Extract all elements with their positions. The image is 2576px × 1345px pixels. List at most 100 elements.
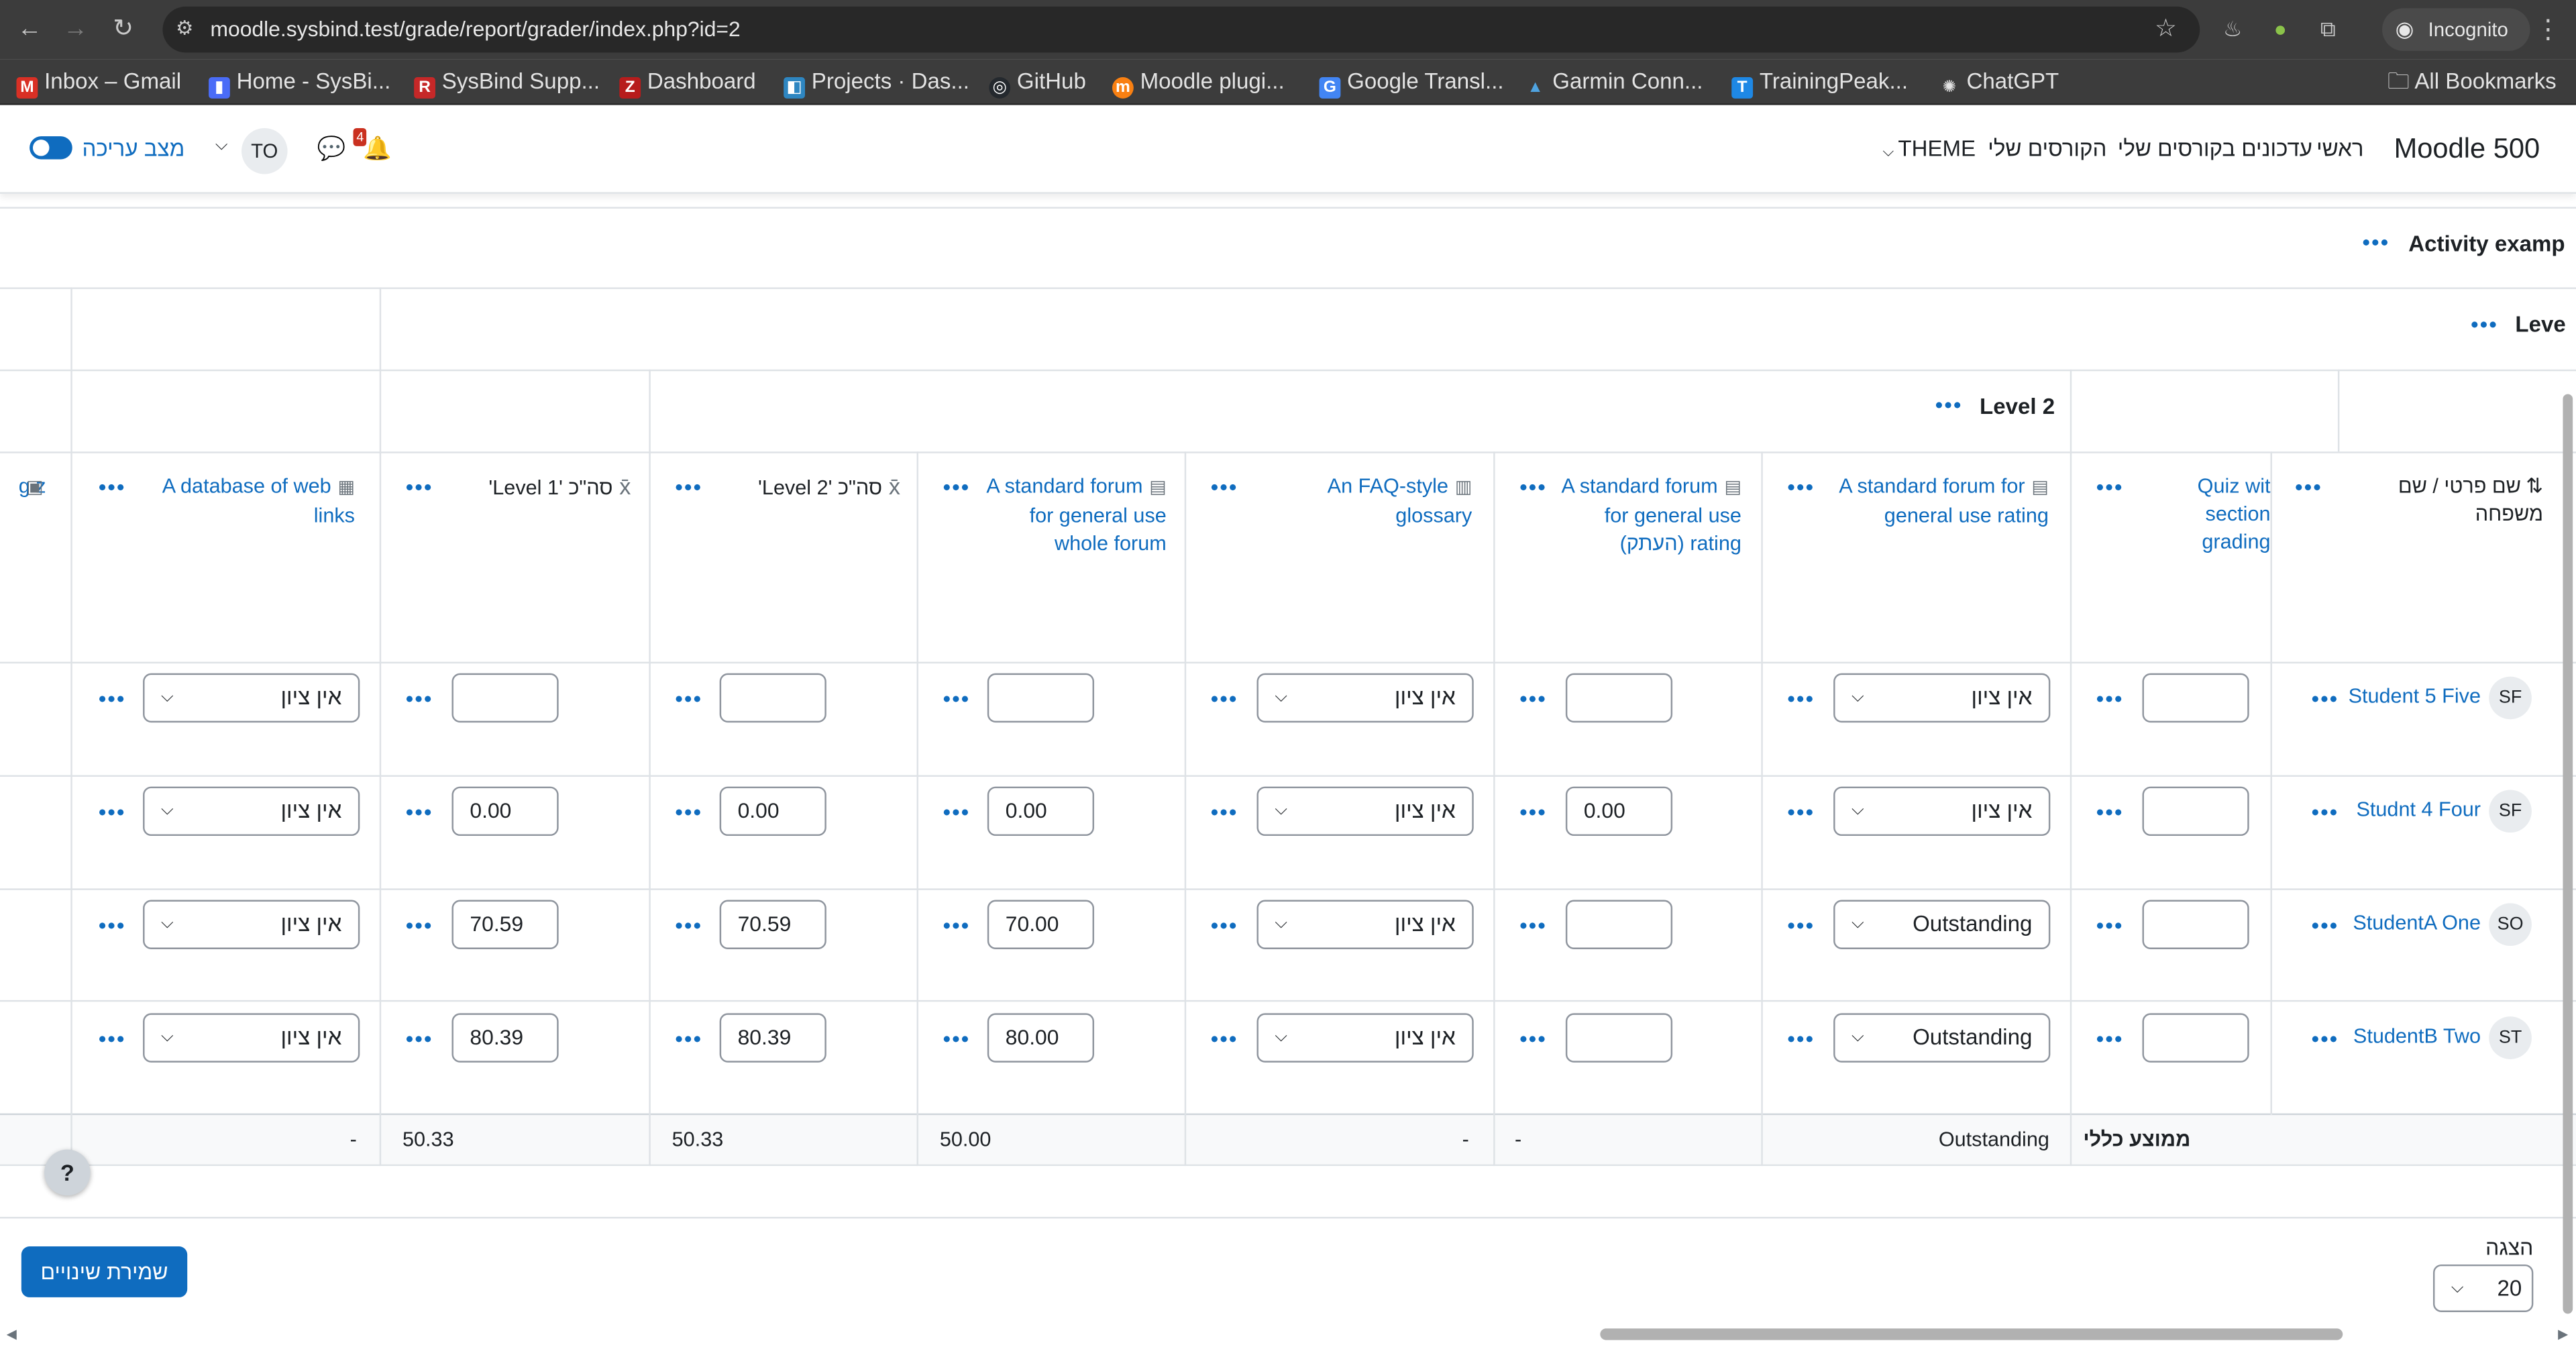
cell-menu-icon[interactable]: ••• <box>2096 688 2124 710</box>
forum-rating-select[interactable]: ⌵ Outstanding <box>1833 1013 2051 1063</box>
cell-menu-icon[interactable]: ••• <box>1519 915 1547 936</box>
database-menu-icon[interactable]: ••• <box>99 476 126 498</box>
cell-menu-icon[interactable]: ••• <box>676 915 703 936</box>
extension-green-icon[interactable]: ● <box>2265 15 2295 44</box>
column-header-total-level2[interactable]: x̄סה"כ 'Level 2' <box>723 473 900 502</box>
total-level1-menu-icon[interactable]: ••• <box>406 476 433 498</box>
cell-menu-icon[interactable]: ••• <box>943 915 971 936</box>
category-level1-menu-icon[interactable]: ••• <box>2471 314 2498 335</box>
column-header-forum-rating[interactable]: ▤A standard forum for general use rating <box>1823 473 2049 531</box>
database-select[interactable]: ⌵ אין ציון <box>143 900 360 949</box>
cell-menu-icon[interactable]: ••• <box>99 915 126 936</box>
cell-menu-icon[interactable]: ••• <box>676 688 703 710</box>
student-name-link[interactable]: Studnt 4 Four <box>2356 798 2481 821</box>
glossary-select[interactable]: ⌵ אין ציון <box>1256 900 1474 949</box>
save-changes-button[interactable]: שמירת שינויים <box>21 1246 188 1297</box>
extension-flame-icon[interactable]: ♨ <box>2218 15 2247 44</box>
total-level1-input[interactable]: 80.39 <box>451 1013 559 1063</box>
bookmark-star-icon[interactable]: ☆ <box>2155 13 2177 43</box>
vertical-scroll-thumb[interactable] <box>2563 394 2573 1314</box>
forum-rating-menu-icon[interactable]: ••• <box>1788 476 1815 498</box>
address-bar[interactable]: ⚙ moodle.sysbind.test/grade/report/grade… <box>162 6 2200 53</box>
cell-menu-icon[interactable]: ••• <box>1211 802 1238 823</box>
student-avatar[interactable]: SO <box>2489 903 2532 947</box>
column-header-forum-rating-copy[interactable]: ▤A standard forum for general use rating… <box>1561 473 1741 558</box>
glossary-select[interactable]: ⌵ אין ציון <box>1256 1013 1474 1063</box>
forum-whole-menu-icon[interactable]: ••• <box>943 476 971 498</box>
scroll-left-arrow-icon[interactable]: ◀ <box>7 1327 17 1342</box>
database-select[interactable]: ⌵ אין ציון <box>143 1013 360 1063</box>
student-avatar[interactable]: SF <box>2489 676 2532 720</box>
nav-home[interactable]: ראשי <box>2316 136 2363 161</box>
nav-my-courses[interactable]: הקורסים שלי <box>1988 136 2106 161</box>
student-name-link[interactable]: Student 5 Five <box>2349 685 2481 708</box>
bookmark-sysbind-support[interactable]: R SysBind Supp... <box>414 67 600 99</box>
bookmark-moodle-plugins[interactable]: m Moodle plugi... <box>1112 67 1285 99</box>
quiz-grade-input[interactable] <box>2142 673 2249 723</box>
forward-arrow-icon[interactable]: → <box>59 13 92 46</box>
cell-menu-icon[interactable]: ••• <box>1788 688 1815 710</box>
bookmark-chatgpt[interactable]: ✺ ChatGPT <box>1939 67 2059 97</box>
glossary-menu-icon[interactable]: ••• <box>1211 476 1238 498</box>
cell-menu-icon[interactable]: ••• <box>99 802 126 823</box>
total-level1-input[interactable]: 70.59 <box>451 900 559 949</box>
toggle-switch[interactable] <box>30 136 72 160</box>
cell-menu-icon[interactable]: ••• <box>676 1028 703 1049</box>
nav-course-updates[interactable]: עדכונים בקורסים שלי <box>2118 136 2312 161</box>
edit-mode-toggle[interactable]: מצב עריכה <box>30 136 184 161</box>
column-header-glossary[interactable]: ▥An FAQ-style glossary <box>1248 473 1472 531</box>
column-header-database[interactable]: ▦A database of web links <box>148 473 355 531</box>
cell-menu-icon[interactable]: ••• <box>1788 915 1815 936</box>
cell-menu-icon[interactable]: ••• <box>1519 802 1547 823</box>
student-name-link[interactable]: StudentA One <box>2353 912 2481 934</box>
total-level1-input[interactable]: 0.00 <box>451 786 559 837</box>
forum-rating-select[interactable]: ⌵ אין ציון <box>1833 786 2051 837</box>
cell-menu-icon[interactable]: ••• <box>943 1028 971 1049</box>
total-level1-input[interactable] <box>451 673 559 723</box>
all-bookmarks[interactable]: 🗀 All Bookmarks <box>2387 67 2557 97</box>
glossary-select[interactable]: ⌵ אין ציון <box>1256 786 1474 837</box>
forum-rating-select[interactable]: ⌵ Outstanding <box>1833 900 2051 949</box>
bookmark-github[interactable]: ◎ GitHub <box>989 67 1086 99</box>
back-arrow-icon[interactable]: ← <box>13 13 46 46</box>
quiz-menu-icon[interactable]: ••• <box>2096 476 2124 498</box>
quiz-grade-input[interactable] <box>2142 786 2249 837</box>
bookmark-gmail[interactable]: M Inbox – Gmail <box>16 67 181 99</box>
glossary-select[interactable]: ⌵ אין ציון <box>1256 673 1474 723</box>
cell-menu-icon[interactable]: ••• <box>1519 1028 1547 1049</box>
forum-rating-copy-input[interactable] <box>1565 900 1673 949</box>
bookmark-trainingpeaks[interactable]: T TrainingPeak... <box>1731 67 1908 99</box>
cell-menu-icon[interactable]: ••• <box>1211 915 1238 936</box>
nav-theme[interactable]: ⌵ THEME <box>1883 136 1976 161</box>
total-level2-input[interactable] <box>719 673 826 723</box>
reload-icon[interactable]: ↻ <box>107 13 140 46</box>
category-level2-menu-icon[interactable]: ••• <box>1935 394 1963 416</box>
cell-menu-icon[interactable]: ••• <box>676 802 703 823</box>
forum-rating-copy-menu-icon[interactable]: ••• <box>1519 476 1547 498</box>
cell-menu-icon[interactable]: ••• <box>406 688 433 710</box>
cell-menu-icon[interactable]: ••• <box>943 688 971 710</box>
cell-menu-icon[interactable]: ••• <box>406 802 433 823</box>
forum-whole-input[interactable]: 0.00 <box>987 786 1095 837</box>
column-header-fullname[interactable]: ⇅שם פרטי / שם משפחה <box>2330 473 2543 529</box>
cell-menu-icon[interactable]: ••• <box>99 1028 126 1049</box>
help-button[interactable]: ? <box>44 1149 91 1196</box>
bookmark-google-translate[interactable]: G Google Transl... <box>1319 67 1504 99</box>
column-header-quiz[interactable]: Quiz wit section grading <box>2133 473 2271 558</box>
cell-menu-icon[interactable]: ••• <box>99 688 126 710</box>
cell-menu-icon[interactable]: ••• <box>406 915 433 936</box>
site-info-icon[interactable]: ⚙ <box>176 16 193 39</box>
student-menu-icon[interactable]: ••• <box>2312 688 2339 710</box>
site-name[interactable]: Moodle 500 <box>2394 133 2540 166</box>
total-level2-input[interactable]: 0.00 <box>719 786 826 837</box>
column-header-total-level1[interactable]: x̄סה"כ 'Level 1' <box>453 473 631 502</box>
sort-icon[interactable]: ⇅ <box>2526 474 2543 497</box>
fullname-menu-icon[interactable]: ••• <box>2295 476 2322 498</box>
student-avatar[interactable]: SF <box>2489 790 2532 833</box>
messages-icon[interactable]: 💬 <box>317 135 346 163</box>
cell-menu-icon[interactable]: ••• <box>406 1028 433 1049</box>
student-menu-icon[interactable]: ••• <box>2312 1028 2339 1049</box>
student-menu-icon[interactable]: ••• <box>2312 802 2339 823</box>
quiz-grade-input[interactable] <box>2142 900 2249 949</box>
bookmark-dashboard[interactable]: Z Dashboard <box>619 67 756 99</box>
